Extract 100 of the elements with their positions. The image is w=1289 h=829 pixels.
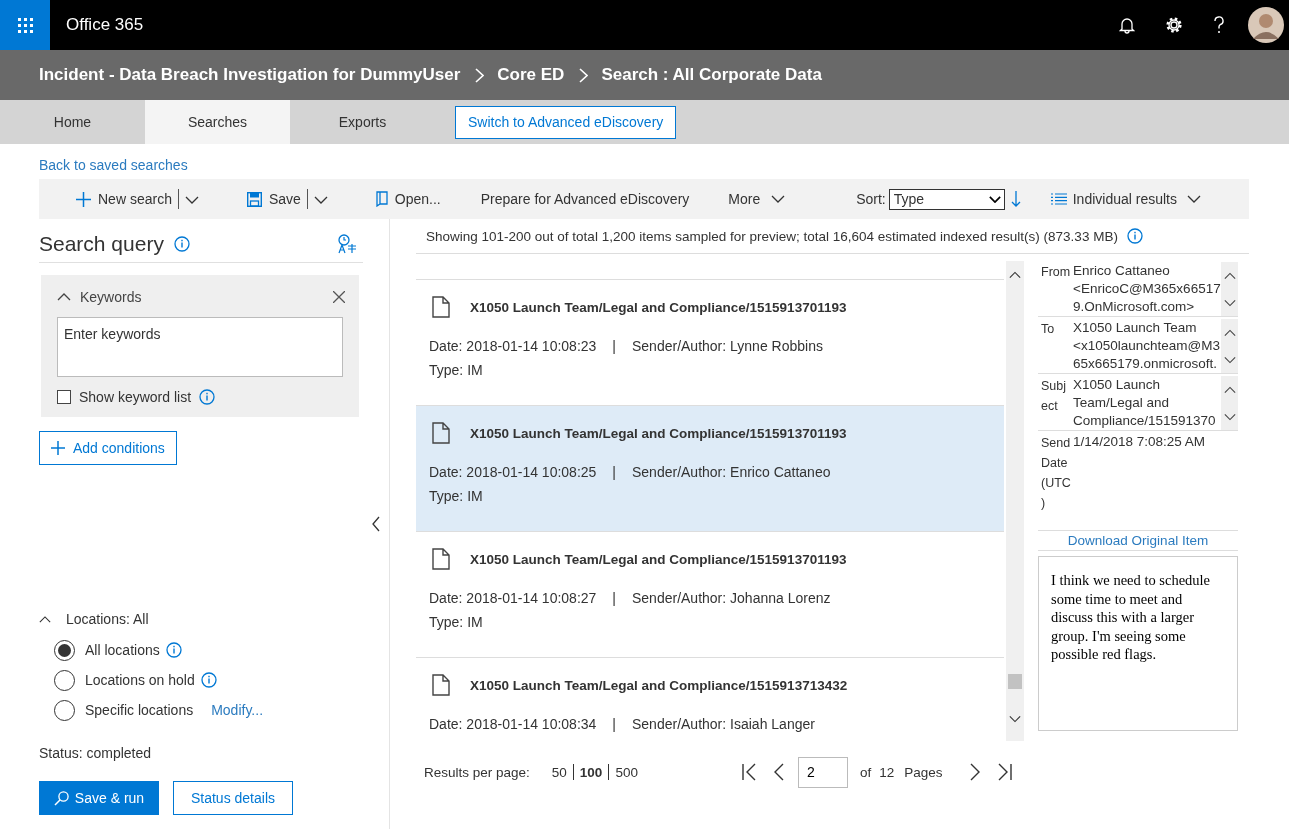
add-conditions-button[interactable]: Add conditions (39, 431, 177, 465)
page-number-field[interactable]: 2 (797, 756, 848, 788)
result-date: Date: 2018-01-14 10:08:27 (429, 590, 597, 606)
next-page-icon[interactable] (970, 763, 981, 781)
checkbox[interactable] (57, 390, 71, 404)
status-text: Status: completed (39, 745, 153, 761)
chevron-right-icon (579, 67, 589, 83)
tab[interactable]: Home (0, 100, 145, 144)
document-icon (432, 674, 450, 696)
chevron-down-icon (771, 195, 786, 203)
bell-icon[interactable] (1119, 16, 1135, 34)
radio-label[interactable]: Locations on hold (85, 672, 195, 688)
settings-icon[interactable] (1165, 16, 1183, 34)
per-page-label: Results per page: (424, 764, 530, 780)
save-and-run-button[interactable]: Save & run (39, 781, 159, 815)
page-size-option[interactable]: 500 (615, 764, 638, 780)
app-launcher-button[interactable] (0, 0, 50, 50)
scrollbar[interactable] (1221, 262, 1238, 316)
field-value: Enrico Cattaneo <EnricoC@M365x665179.OnMicrosoft.com> (1072, 262, 1221, 316)
close-icon[interactable] (333, 291, 345, 303)
toolbar-button[interactable]: Open... (375, 191, 441, 207)
info-icon[interactable] (199, 389, 216, 405)
avatar[interactable] (1248, 7, 1284, 43)
chevron-right-icon (475, 67, 485, 83)
separator: | (612, 590, 616, 606)
result-sender: Sender/Author: Johanna Lorenz (632, 590, 831, 606)
scrollbar[interactable] (1221, 319, 1238, 373)
result-type: Type: IM (429, 488, 484, 504)
result-row[interactable]: X1050 Launch Team/Legal and Compliance/1515913701193 Date: 2018-01-14 10:08:25 | Sender/Author: Enrico Cattaneo Type: IM (416, 406, 1004, 532)
breadcrumb-item[interactable]: Core ED (497, 65, 565, 85)
scrollbar[interactable] (1006, 261, 1024, 741)
keywords-toggle[interactable]: Keywords (57, 289, 142, 305)
scroll-up-icon[interactable] (1223, 385, 1236, 394)
scroll-up-icon[interactable] (1223, 271, 1236, 280)
book-icon (375, 191, 388, 207)
scroll-down-icon[interactable] (1223, 355, 1236, 364)
scrollbar[interactable] (1221, 376, 1238, 430)
previous-page-icon[interactable] (773, 763, 784, 781)
field-label: Subject (1040, 378, 1068, 415)
separator: | (612, 464, 616, 480)
result-title: X1050 Launch Team/Legal and Compliance/1515913701193 (470, 425, 847, 441)
result-date: Date: 2018-01-14 10:08:25 (429, 464, 597, 480)
plus-icon (51, 441, 65, 455)
help-icon[interactable] (1213, 16, 1225, 34)
search-icon (53, 790, 69, 806)
sort-dropdown[interactable]: Type (888, 188, 1005, 210)
toolbar-button[interactable]: Save (246, 191, 301, 207)
result-row[interactable]: X1050 Launch Team/Legal and Compliance/1515913701193 Date: 2018-01-14 10:08:27 | Sender/Author: Johanna Lorenz Type: IM (416, 532, 1004, 658)
info-icon[interactable] (1126, 228, 1143, 244)
result-title: X1050 Launch Team/Legal and Compliance/1515913701193 (470, 299, 847, 315)
breadcrumb-item[interactable]: Search : All Corporate Data (601, 65, 822, 85)
info-icon[interactable] (165, 642, 182, 658)
status-details-button[interactable]: Status details (173, 781, 293, 815)
info-icon[interactable] (173, 235, 190, 252)
field-value: 1/14/2018 7:08:25 AM (1072, 433, 1207, 451)
field-label: From (1040, 264, 1071, 281)
scroll-up-icon[interactable] (1009, 271, 1021, 279)
result-date: Date: 2018-01-14 10:08:23 (429, 338, 597, 354)
field-label: Send Date (UTC) (1040, 435, 1071, 512)
tab[interactable]: Exports (290, 100, 435, 144)
breadcrumb-item[interactable]: Incident - Data Breach Investigation for DummyUser (39, 65, 461, 85)
switch-button[interactable]: Switch to Advanced eDiscovery (455, 105, 677, 139)
scroll-down-icon[interactable] (1223, 298, 1236, 307)
locations-toggle[interactable]: Locations: All (39, 611, 363, 627)
back-link[interactable]: Back to saved searches (39, 157, 188, 173)
result-title: X1050 Launch Team/Legal and Compliance/1515913713432 (470, 677, 848, 693)
page-of-label: of (859, 764, 872, 780)
tab[interactable]: Searches (145, 100, 290, 144)
page-size-option[interactable]: 50 (551, 764, 567, 780)
scroll-down-icon[interactable] (1223, 412, 1236, 421)
app-title[interactable]: Office 365 (66, 15, 144, 35)
toolbar-button[interactable]: Prepare for Advanced eDiscovery (480, 191, 690, 207)
download-link[interactable]: Download Original Item (1038, 531, 1238, 551)
toolbar-button[interactable]: More (728, 191, 786, 207)
last-page-icon[interactable] (996, 763, 1013, 781)
scroll-down-icon[interactable] (1009, 715, 1021, 723)
collapse-icon[interactable] (372, 516, 380, 532)
page-size-option[interactable]: 100 (579, 764, 603, 780)
result-sender: Sender/Author: Lynne Robbins (632, 338, 823, 354)
sort-direction-icon[interactable] (1010, 191, 1021, 207)
plus-icon (76, 191, 91, 207)
keywords-field[interactable]: Enter keywords (57, 317, 343, 377)
save-icon (246, 191, 262, 207)
info-icon[interactable] (200, 672, 217, 688)
toolbar-button[interactable]: New search (76, 191, 172, 207)
scroll-up-icon[interactable] (1223, 328, 1236, 337)
chevron-down-icon (1187, 195, 1201, 203)
checkbox-label[interactable]: Show keyword list (79, 389, 192, 405)
view-dropdown[interactable]: Individual results (1050, 191, 1201, 207)
message-body: I think we need to schedule some time to meet and discuss this with a larger group. I'm seeing some possible red flags. (1038, 556, 1238, 731)
panel-title: Search query (39, 231, 164, 256)
document-icon (432, 422, 450, 444)
radio-label[interactable]: All locations (85, 642, 160, 658)
language-icon[interactable] (337, 233, 357, 254)
first-page-icon[interactable] (741, 763, 758, 781)
modify-link[interactable]: Modify... (211, 702, 264, 718)
radio-label[interactable]: Specific locations (85, 702, 194, 718)
field-label: To (1040, 321, 1056, 338)
scroll-thumb[interactable] (1008, 674, 1022, 689)
chevron-down-icon (313, 196, 328, 204)
